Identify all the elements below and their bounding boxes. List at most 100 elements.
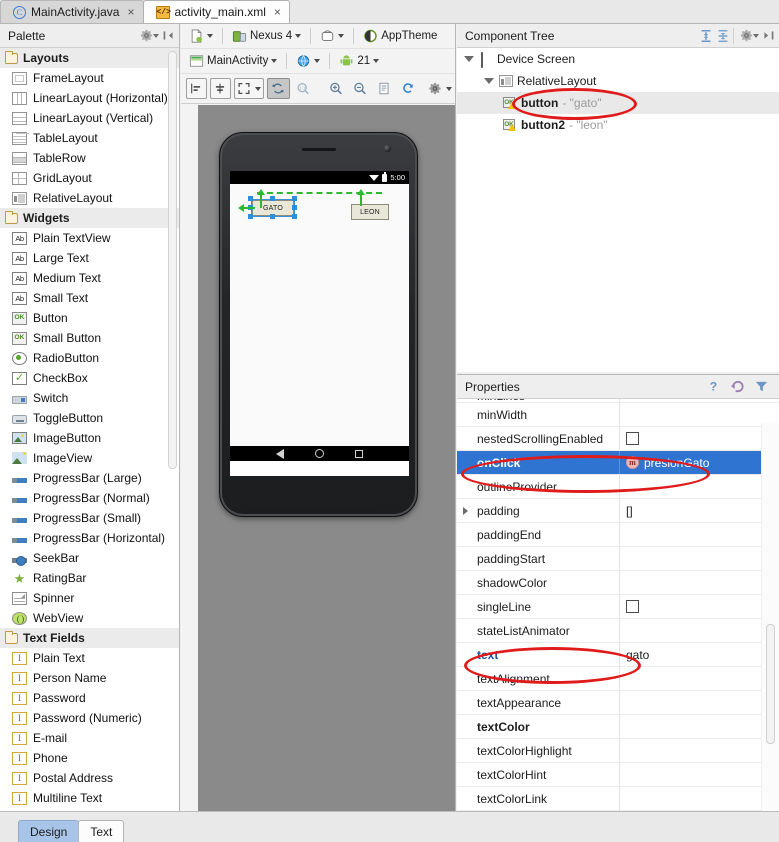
property-value[interactable] (620, 399, 779, 402)
expand-button[interactable] (234, 78, 264, 99)
palette-item-small-button[interactable]: OK Small Button (0, 328, 179, 348)
recents-icon[interactable] (355, 449, 363, 458)
property-row-statelistanimator[interactable]: stateListAnimator (457, 619, 779, 643)
tab-text[interactable]: Text (78, 820, 125, 842)
collapse-all-icon[interactable] (716, 29, 730, 43)
palette-item-webview[interactable]: WebView (0, 608, 179, 628)
resize-handle[interactable] (270, 214, 275, 219)
device-selector-button[interactable]: Nexus 4 (229, 26, 304, 47)
checkbox-icon[interactable] (626, 432, 639, 445)
preview-widget-leon[interactable]: LEON (351, 204, 389, 220)
palette-item-large-text[interactable]: Ab Large Text (0, 248, 179, 268)
expand-arrow-icon[interactable] (463, 506, 468, 515)
gear-icon[interactable] (740, 29, 759, 42)
property-value[interactable] (620, 475, 779, 498)
resize-handle[interactable] (292, 214, 297, 219)
property-value[interactable]: m presionGato (620, 451, 779, 474)
home-icon[interactable] (315, 449, 324, 458)
zoom-actual-button[interactable]: 1:1 (293, 78, 314, 99)
distribute-button[interactable] (210, 78, 231, 99)
palette-item-button[interactable]: OK Button (0, 308, 179, 328)
property-row-paddingstart[interactable]: paddingStart (457, 547, 779, 571)
palette-item-spinner[interactable]: Spinner (0, 588, 179, 608)
activity-selector-button[interactable]: MainActivity (186, 51, 280, 72)
chevron-down-icon[interactable] (483, 75, 495, 87)
property-row-text[interactable]: text gato (457, 643, 779, 667)
orientation-button[interactable] (317, 26, 347, 47)
component-tree-list[interactable]: Device Screen RelativeLayout OK button -… (457, 48, 779, 372)
design-canvas[interactable]: 5:00 GATO LEON (181, 105, 455, 811)
collapse-panel-icon[interactable] (162, 29, 175, 42)
chevron-down-icon[interactable] (463, 53, 475, 65)
property-row-textcolor[interactable]: textColor (457, 715, 779, 739)
locale-selector-button[interactable] (293, 51, 323, 72)
hide-panel-icon[interactable] (762, 29, 775, 42)
property-row-shadowcolor[interactable]: shadowColor (457, 571, 779, 595)
palette-group-text-fields[interactable]: Text Fields (0, 628, 179, 648)
palette-item-tablelayout[interactable]: TableLayout (0, 128, 179, 148)
properties-list[interactable]: minLines minWidth nestedScrollingEnabled… (457, 399, 779, 811)
palette-item-radiobutton[interactable]: RadioButton (0, 348, 179, 368)
palette-item-tablerow[interactable]: TableRow (0, 148, 179, 168)
palette-scrollbar[interactable] (168, 51, 177, 469)
align-left-button[interactable] (186, 78, 207, 99)
properties-scrollbar[interactable] (766, 624, 775, 744)
property-row-outlineprovider[interactable]: outlineProvider (457, 475, 779, 499)
api-level-button[interactable]: 21 (336, 51, 382, 72)
palette-item-linearlayout-horizontal[interactable]: LinearLayout (Horizontal) (0, 88, 179, 108)
resize-handle[interactable] (292, 196, 297, 201)
property-value[interactable]: gato (620, 643, 779, 666)
zoom-out-button[interactable] (350, 78, 371, 99)
palette-item-small-text[interactable]: Ab Small Text (0, 288, 179, 308)
property-row-textcolorlink[interactable]: textColorLink (457, 787, 779, 811)
palette-item-framelayout[interactable]: FrameLayout (0, 68, 179, 88)
property-value[interactable]: [] (620, 499, 779, 522)
property-row-textappearance[interactable]: textAppearance (457, 691, 779, 715)
palette-group-widgets[interactable]: Widgets (0, 208, 179, 228)
revert-icon[interactable] (730, 379, 745, 394)
property-value[interactable] (620, 547, 779, 570)
file-button[interactable] (374, 78, 395, 99)
palette-item-seekbar[interactable]: SeekBar (0, 548, 179, 568)
property-row-textcolorhint[interactable]: textColorHint (457, 763, 779, 787)
palette-item-imageview[interactable]: ImageView (0, 448, 179, 468)
property-value[interactable] (620, 715, 779, 738)
palette-list[interactable]: Layouts FrameLayout LinearLayout (Horizo… (0, 48, 179, 811)
palette-item-progressbar-horizontal[interactable]: ProgressBar (Horizontal) (0, 528, 179, 548)
app-layout-area[interactable]: GATO LEON (230, 184, 409, 461)
theme-selector-button[interactable]: AppTheme (360, 26, 440, 47)
palette-item-plain-text[interactable]: I Plain Text (0, 648, 179, 668)
filter-icon[interactable] (754, 379, 769, 394)
property-value[interactable] (620, 691, 779, 714)
palette-item-progressbar-large[interactable]: ProgressBar (Large) (0, 468, 179, 488)
help-icon[interactable]: ? (706, 379, 721, 394)
close-icon[interactable]: × (127, 6, 134, 18)
property-value[interactable] (620, 667, 779, 690)
tree-node-button[interactable]: OK button - "gato" (457, 92, 779, 114)
palette-item-relativelayout[interactable]: RelativeLayout (0, 188, 179, 208)
property-value[interactable] (620, 787, 779, 810)
property-row-paddingend[interactable]: paddingEnd (457, 523, 779, 547)
refresh-button[interactable] (398, 78, 419, 99)
palette-item-togglebutton[interactable]: ToggleButton (0, 408, 179, 428)
palette-item-gridlayout[interactable]: GridLayout (0, 168, 179, 188)
property-value[interactable] (620, 739, 779, 762)
palette-item-plain-textview[interactable]: Ab Plain TextView (0, 228, 179, 248)
device-config-button[interactable] (186, 26, 216, 47)
editor-tab-activity-main-xml[interactable]: </> activity_main.xml × (142, 0, 290, 23)
palette-item-postal-address[interactable]: I Postal Address (0, 768, 179, 788)
expand-all-icon[interactable] (699, 29, 713, 43)
property-row-textcolorhighlight[interactable]: textColorHighlight (457, 739, 779, 763)
palette-item-phone[interactable]: I Phone (0, 748, 179, 768)
property-row-singleline[interactable]: singleLine (457, 595, 779, 619)
resize-handle[interactable] (270, 196, 275, 201)
resize-handle[interactable] (292, 205, 297, 210)
property-value[interactable] (620, 619, 779, 642)
property-value[interactable] (620, 523, 779, 546)
palette-item-multiline-text[interactable]: I Multiline Text (0, 788, 179, 808)
close-icon[interactable]: × (274, 6, 281, 18)
property-row-onclick[interactable]: onClick m presionGato (457, 451, 779, 475)
checkbox-icon[interactable] (626, 600, 639, 613)
resize-handle[interactable] (248, 196, 253, 201)
tree-node-relativelayout[interactable]: RelativeLayout (457, 70, 779, 92)
